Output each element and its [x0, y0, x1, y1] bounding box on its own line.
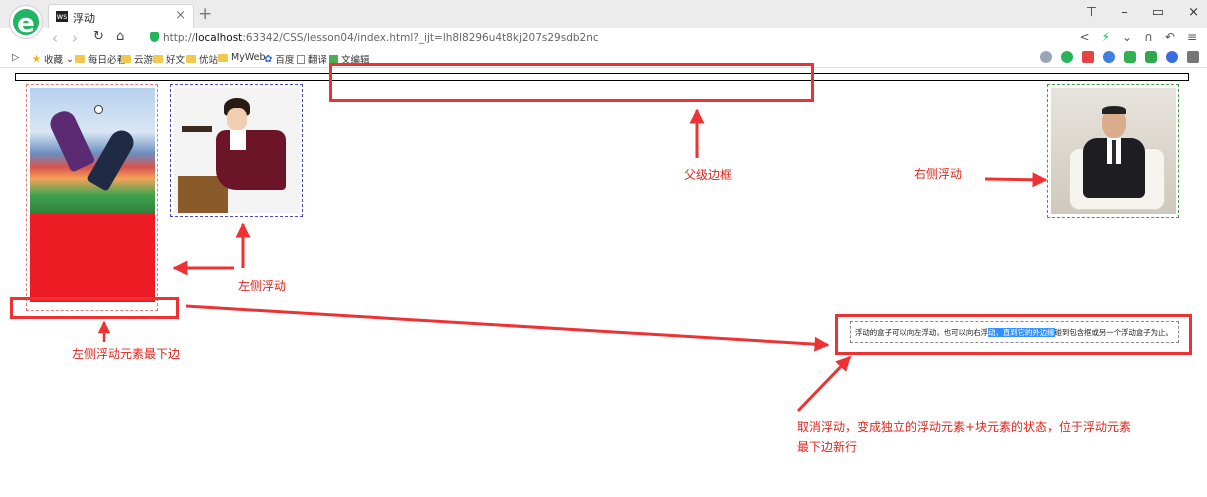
annotation-arrows: [97, 108, 1048, 413]
browser-logo-icon: e: [10, 6, 42, 39]
arrow-to-right-float: [984, 172, 1048, 188]
arrow-note-to-paragraph: [796, 355, 852, 413]
arrow-to-cleared-paragraph: [185, 304, 830, 352]
